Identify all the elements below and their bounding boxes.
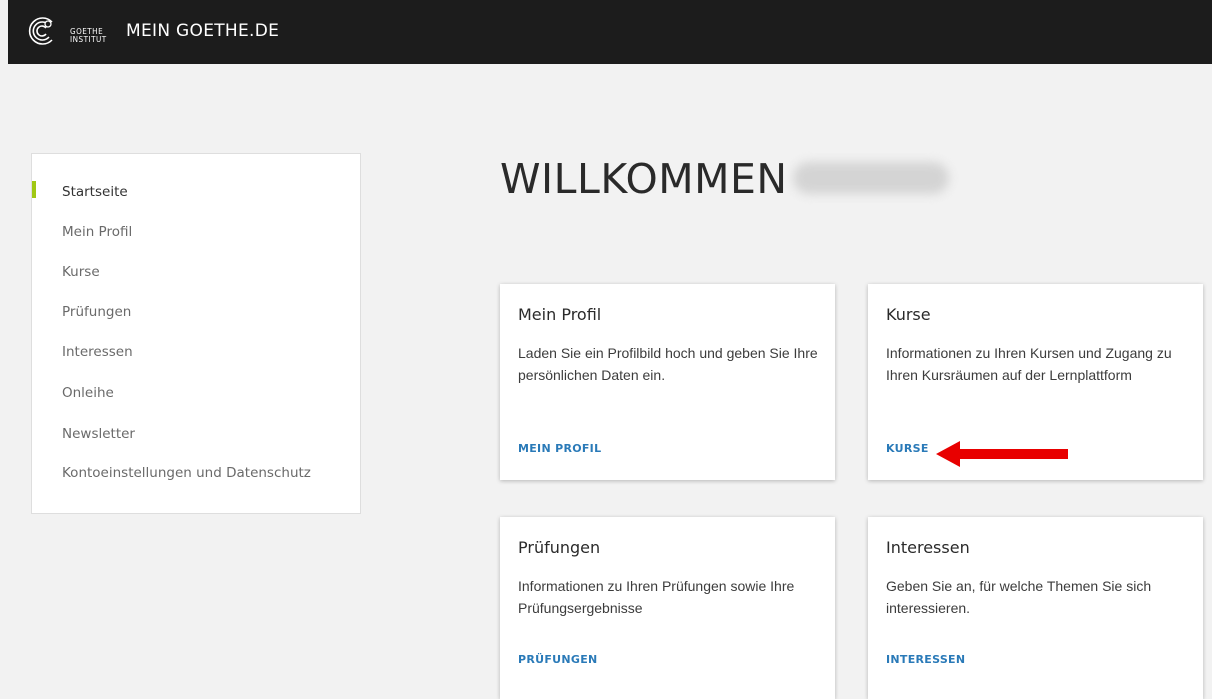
card-title: Kurse <box>886 305 931 324</box>
kurse-link[interactable]: KURSE <box>886 442 929 455</box>
site-title[interactable]: MEIN GOETHE.DE <box>126 21 279 41</box>
card-description: Laden Sie ein Profilbild hoch und geben … <box>518 345 818 383</box>
sidebar-item-startseite[interactable]: Startseite <box>62 184 128 200</box>
sidebar-item-kontoeinstellungen[interactable]: Kontoeinstellungen und Datenschutz <box>62 465 311 481</box>
card-pruefungen: Prüfungen Informationen zu Ihren Prüfung… <box>500 517 835 699</box>
card-title: Prüfungen <box>518 538 601 557</box>
logo-wordmark: GOETHE INSTITUT <box>70 28 107 44</box>
sidebar-item-interessen[interactable]: Interessen <box>62 344 133 360</box>
mein-profil-link[interactable]: MEIN PROFIL <box>518 442 601 455</box>
card-title: Mein Profil <box>518 305 602 324</box>
top-navigation-bar: GOETHE INSTITUT MEIN GOETHE.DE <box>8 0 1212 64</box>
active-item-indicator <box>32 181 36 198</box>
interessen-link[interactable]: INTERESSEN <box>886 653 965 666</box>
card-description: Informationen zu Ihren Kursen und Zugang… <box>886 345 1172 383</box>
sidebar-navigation: Startseite Mein Profil Kurse Prüfungen I… <box>31 153 361 514</box>
card-interessen: Interessen Geben Sie an, für welche Them… <box>868 517 1203 699</box>
card-description: Informationen zu Ihren Prüfungen sowie I… <box>518 578 795 616</box>
card-description: Geben Sie an, für welche Themen Sie sich… <box>886 578 1152 616</box>
card-mein-profil: Mein Profil Laden Sie ein Profilbild hoc… <box>500 284 835 480</box>
sidebar-item-newsletter[interactable]: Newsletter <box>62 426 135 442</box>
sidebar-item-onleihe[interactable]: Onleihe <box>62 385 114 401</box>
goethe-logo-icon <box>28 17 53 45</box>
card-title: Interessen <box>886 538 970 557</box>
pruefungen-link[interactable]: PRÜFUNGEN <box>518 653 598 666</box>
sidebar-item-kurse[interactable]: Kurse <box>62 264 100 280</box>
red-annotation-arrow-icon <box>936 441 1068 467</box>
sidebar-item-pruefungen[interactable]: Prüfungen <box>62 304 131 320</box>
logo-line-2: INSTITUT <box>70 35 107 44</box>
page-title: WILLKOMMEN <box>500 155 788 203</box>
goethe-institut-logo[interactable]: GOETHE INSTITUT <box>26 14 106 50</box>
sidebar-item-mein-profil[interactable]: Mein Profil <box>62 224 132 240</box>
blurred-user-name <box>793 162 949 194</box>
